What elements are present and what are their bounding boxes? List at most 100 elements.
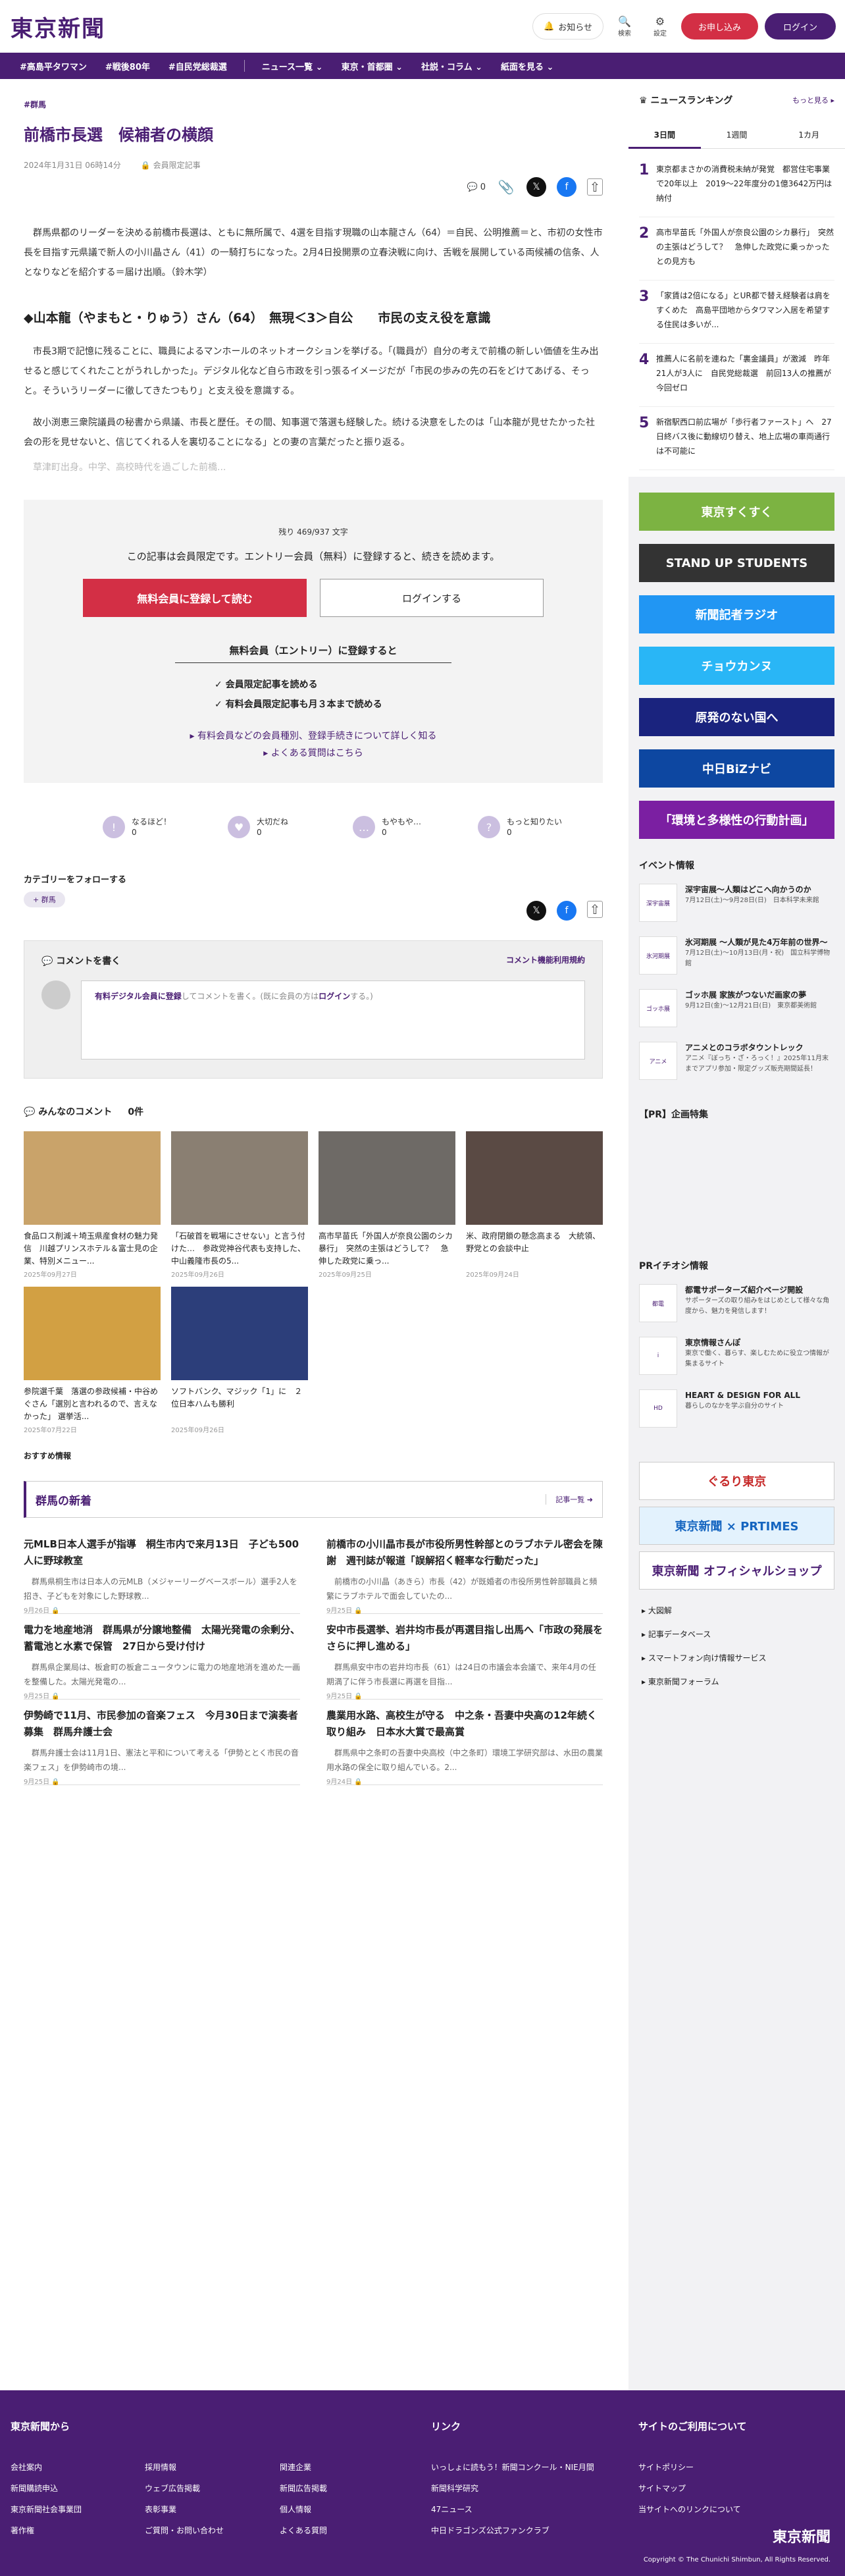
news-card-image[interactable] [171, 1131, 308, 1225]
event-item-title[interactable]: ゴッホ展 家族がつないだ画家の夢 [685, 989, 817, 1001]
news-item-title[interactable]: 伊勢崎で11月、市民参加の音楽フェス 今月30日まで演奏者募集 群馬弁護士会 [24, 1707, 300, 1740]
promo-banner[interactable]: 東京すくすく [639, 493, 834, 531]
news-card-image[interactable] [171, 1287, 308, 1380]
footer-link[interactable]: 中日ドラゴンズ公式ファンクラブ [431, 2525, 550, 2536]
ranking-title[interactable]: 東京都まさかの消費税未納が発覚 都営住宅事業で20年以上 2019〜22年度分の… [656, 162, 834, 209]
ranking-title[interactable]: 「家賃は2倍になる」とUR都で替え経験者は肩をすくめた 高島平団地からタワマン入… [656, 288, 834, 335]
pr-item[interactable]: HD HEART & DESIGN FOR ALL 暮らしのなかを学ぶ自分のサイト [628, 1389, 845, 1442]
news-card-title[interactable]: 米、政府閉鎖の懸念高まる 大統領、野党との会談中止 [466, 1230, 603, 1268]
news-card-image[interactable] [466, 1131, 603, 1225]
x-share-icon[interactable]: 𝕏 [526, 901, 546, 921]
sidebar-link[interactable]: ▸ 東京新聞フォーラム [628, 1670, 845, 1694]
clip-icon[interactable]: 📎 [496, 177, 516, 197]
news-item-title[interactable]: 電力を地産地消 群馬県が分譲地整備 太陽光発電の余剰分、蓄電池と水素で保管 27… [24, 1622, 300, 1655]
news-card[interactable]: 食品ロス削減＋埼玉県産食材の魅力発信 川越プリンスホテル＆富士見の企業、特別メニ… [24, 1131, 161, 1279]
category-tag[interactable]: #群馬 [24, 100, 46, 109]
news-item[interactable]: 前橋市の小川晶市長が市役所男性幹部とのラブホテル密会を陳謝 週刊誌が報道「誤解招… [326, 1528, 603, 1615]
comment-login-link[interactable]: ログイン [319, 992, 350, 1001]
facebook-share-icon[interactable]: f [557, 901, 576, 921]
footer-link[interactable]: ウェブ広告掲載 [145, 2482, 200, 2494]
news-item-title[interactable]: 農業用水路、高校生が守る 中之条・吾妻中央高の12年続く取り組み 日本水大賞で最… [326, 1707, 603, 1740]
ranking-item[interactable]: 5 新宿駅西口前広場が「歩行者ファースト」へ 27日終バス後に動線切り替え、地上広… [639, 407, 834, 470]
nav-tag[interactable]: #高島平タワマン [11, 60, 96, 72]
notice-button[interactable]: 🔔 お知らせ [532, 13, 603, 40]
reaction-button[interactable]: ♥ 大切だね 0 [228, 816, 353, 838]
sidebar-link[interactable]: ▸ 記事データベース [628, 1623, 845, 1646]
footer-link[interactable]: 当サイトへのリンクについて [638, 2504, 741, 2515]
footer-link[interactable]: 新聞科学研究 [431, 2482, 478, 2494]
news-item[interactable]: 農業用水路、高校生が守る 中之条・吾妻中央高の12年続く取り組み 日本水大賞で最… [326, 1700, 603, 1786]
share-icon[interactable]: ⇧ [587, 901, 603, 918]
promo-banner[interactable]: 新聞記者ラジオ [639, 595, 834, 633]
footer-link[interactable]: 新聞購読申込 [11, 2482, 58, 2494]
tab-3days[interactable]: 3日間 [628, 121, 701, 149]
nav-menu-tokyo[interactable]: 東京・首都圏 ⌄ [332, 60, 412, 72]
footer-link[interactable]: 著作権 [11, 2525, 34, 2536]
x-share-icon[interactable]: 𝕏 [526, 177, 546, 197]
news-card-image[interactable] [24, 1131, 161, 1225]
login-button[interactable]: ログイン [764, 13, 836, 40]
settings-button[interactable]: ⚙ 設定 [646, 15, 675, 38]
paywall-login-button[interactable]: ログインする [320, 579, 544, 617]
footer-link[interactable]: 個人情報 [280, 2504, 311, 2515]
news-card-title[interactable]: 「石破首を戦場にさせない」と言う付けた… 参政党神谷代表も支持した、中山義隆市長… [171, 1230, 308, 1268]
event-item[interactable]: 氷河期展 氷河期展 〜人類が見た4万年前の世界〜 7月12日(土)〜10月13日(月… [628, 936, 845, 989]
news-card[interactable]: 高市早苗氏「外国人が奈良公園のシカ暴行」 突然の主張はどうして？ 急伸した政党に… [319, 1131, 455, 1279]
membership-info-link[interactable]: ▸ 有料会員などの会員種別、登録手続きについて詳しく知る [24, 726, 603, 746]
partner-banner[interactable]: 東京新聞 × PRTIMES [639, 1507, 834, 1545]
partner-banner[interactable]: 東京新聞 オフィシャルショップ [639, 1551, 834, 1590]
reaction-button[interactable]: … もやもや… 0 [353, 816, 478, 838]
pr-item-title[interactable]: HEART & DESIGN FOR ALL [685, 1389, 800, 1401]
follow-category-button[interactable]: + 群馬 [24, 892, 65, 907]
nav-tag[interactable]: #戦後80年 [96, 60, 159, 72]
event-item[interactable]: アニメ アニメとのコラボタウントレック アニメ『ぼっち・ざ・ろっく！』2025年11… [628, 1042, 845, 1094]
ranking-title[interactable]: 新宿駅西口前広場が「歩行者ファースト」へ 27日終バス後に動線切り替え、地上広場… [656, 415, 834, 462]
news-card-image[interactable] [24, 1287, 161, 1380]
faq-link[interactable]: ▸ よくある質問はこちら [24, 746, 603, 759]
news-card[interactable]: 参院選千葉 落選の参政候補・中谷めぐさん「選別と言われるので、言えなかった」 選… [24, 1287, 161, 1434]
ranking-item[interactable]: 3 「家賃は2倍になる」とUR都で替え経験者は肩をすくめた 高島平団地からタワマン… [639, 281, 834, 344]
ranking-title[interactable]: 推薦人に名前を連ねた「裏金議員」が激減 昨年21人が3人に 自民党総裁選 前回1… [656, 352, 834, 398]
news-item-title[interactable]: 安中市長選挙、岩井均市長が再選目指し出馬へ「市政の発展をさらに押し進める」 [326, 1622, 603, 1655]
register-free-button[interactable]: 無料会員に登録して読む [83, 579, 307, 617]
news-card-title[interactable]: 高市早苗氏「外国人が奈良公園のシカ暴行」 突然の主張はどうして？ 急伸した政党に… [319, 1230, 455, 1268]
promo-banner[interactable]: STAND UP STUDENTS [639, 544, 834, 582]
footer-link[interactable]: 新聞広告掲載 [280, 2482, 327, 2494]
news-card-title[interactable]: 食品ロス削減＋埼玉県産食材の魅力発信 川越プリンスホテル＆富士見の企業、特別メニ… [24, 1230, 161, 1268]
nav-menu-paper[interactable]: 紙面を見る ⌄ [492, 60, 563, 72]
ranking-title[interactable]: 高市早苗氏「外国人が奈良公園のシカ暴行」 突然の主張はどうして？ 急伸した政党に… [656, 225, 834, 272]
pr-item-title[interactable]: 都電サポーターズ紹介ページ開設 [685, 1284, 834, 1296]
tab-1month[interactable]: 1カ月 [773, 121, 845, 149]
footer-link[interactable]: 表彰事業 [145, 2504, 176, 2515]
comment-rules-link[interactable]: コメント機能利用規約 [506, 954, 585, 967]
event-item-title[interactable]: 氷河期展 〜人類が見た4万年前の世界〜 [685, 936, 834, 948]
footer-link[interactable]: いっしょに読もう！新聞コンクール・NIE月間 [431, 2461, 594, 2473]
footer-link[interactable]: サイトポリシー [638, 2461, 694, 2473]
search-button[interactable]: 🔍 検索 [610, 15, 639, 38]
comment-count-button[interactable]: 💬 0 [467, 177, 486, 197]
event-item-title[interactable]: 深宇宙展〜人類はどこへ向かうのか [685, 884, 819, 896]
news-item[interactable]: 伊勢崎で11月、市民参加の音楽フェス 今月30日まで演奏者募集 群馬弁護士会 群馬… [24, 1700, 300, 1786]
news-item-title[interactable]: 前橋市の小川晶市長が市役所男性幹部とのラブホテル密会を陳謝 週刊誌が報道「誤解招… [326, 1536, 603, 1569]
pr-item-title[interactable]: 東京情報さんぽ [685, 1337, 834, 1349]
footer-link[interactable]: 47ニュース [431, 2504, 473, 2515]
event-item[interactable]: ゴッホ展 ゴッホ展 家族がつないだ画家の夢 9月12日(金)〜12月21日(日) 東… [628, 989, 845, 1042]
footer-logo[interactable]: 東京新聞 [773, 2525, 831, 2546]
promo-banner[interactable]: 「環境と多様性の行動計画」 [639, 801, 834, 839]
ranking-item[interactable]: 4 推薦人に名前を連ねた「裏金議員」が激減 昨年21人が3人に 自民党総裁選 前回… [639, 344, 834, 407]
nav-menu-news[interactable]: ニュース一覧 ⌄ [253, 60, 332, 72]
footer-link[interactable]: サイトマップ [638, 2482, 686, 2494]
promo-banner[interactable]: チョウカンヌ [639, 647, 834, 685]
news-item[interactable]: 電力を地産地消 群馬県が分譲地整備 太陽光発電の余剰分、蓄電池と水素で保管 27… [24, 1614, 300, 1700]
promo-banner[interactable]: 原発のない国へ [639, 698, 834, 736]
footer-link[interactable]: よくある質問 [280, 2525, 327, 2536]
share-icon[interactable]: ⇧ [587, 178, 603, 196]
partner-banner[interactable]: ぐるり東京 [639, 1462, 834, 1500]
sidebar-link[interactable]: ▸ 大図解 [628, 1599, 845, 1623]
news-item-title[interactable]: 元MLB日本人選手が指導 桐生市内で来月13日 子ども500人に野球教室 [24, 1536, 300, 1569]
news-card-title[interactable]: 参院選千葉 落選の参政候補・中谷めぐさん「選別と言われるので、言えなかった」 選… [24, 1385, 161, 1423]
nav-menu-editorial[interactable]: 社説・コラム ⌄ [412, 60, 492, 72]
news-card[interactable]: 「石破首を戦場にさせない」と言う付けた… 参政党神谷代表も支持した、中山義隆市長… [171, 1131, 308, 1279]
pr-item[interactable]: 都電 都電サポーターズ紹介ページ開設 サポーターズの取り組みをはじめとして様々な角度… [628, 1284, 845, 1337]
footer-link[interactable]: ご質問・お問い合わせ [145, 2525, 224, 2536]
